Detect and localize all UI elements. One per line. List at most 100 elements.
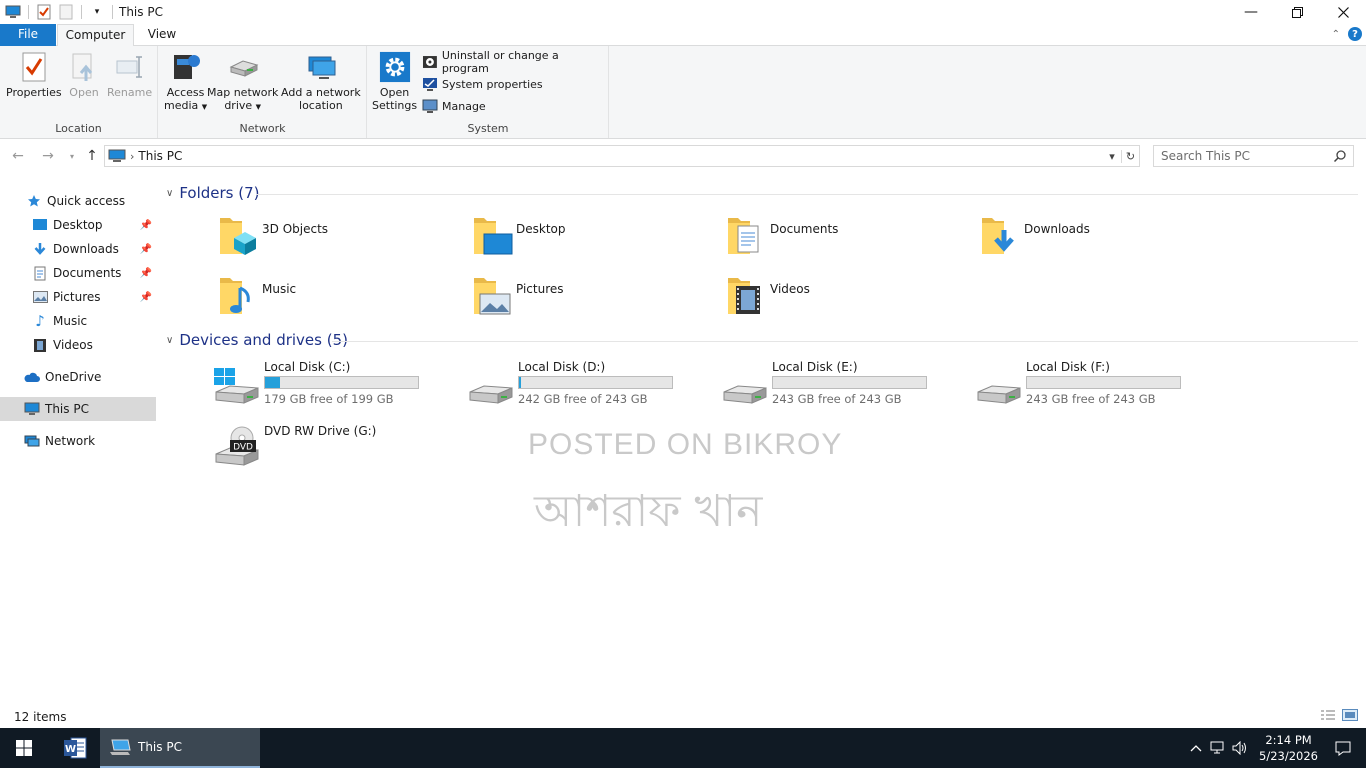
large-icons-view-icon[interactable]	[1342, 709, 1358, 724]
sidebar-item-onedrive[interactable]: OneDrive	[0, 365, 156, 389]
up-arrow-icon[interactable]: ↑	[82, 146, 102, 166]
network-icon	[24, 433, 40, 449]
sidebar-item-quick-access[interactable]: Quick access	[0, 189, 156, 213]
folder-downloads[interactable]: Downloads	[978, 212, 1090, 258]
tab-file[interactable]: File	[0, 24, 56, 46]
system-properties-icon	[423, 78, 437, 91]
refresh-icon[interactable]: ↻	[1121, 149, 1139, 163]
downloads-folder-icon	[978, 212, 1022, 258]
open-button[interactable]: Open	[68, 50, 100, 99]
drive-f[interactable]: Local Disk (F:) 243 GB free of 243 GB	[976, 360, 1181, 406]
word-app-icon[interactable]: W	[52, 728, 98, 768]
access-media-button[interactable]: Access media ▼	[164, 50, 207, 114]
pin-icon: 📌	[139, 267, 152, 279]
search-input[interactable]: Search This PC	[1153, 145, 1354, 167]
folder-videos[interactable]: Videos	[724, 272, 810, 318]
properties-label: Properties	[6, 86, 62, 99]
open-settings-button[interactable]: Open Settings	[372, 50, 417, 112]
sidebar-item-downloads[interactable]: Downloads 📌	[0, 237, 156, 261]
folder-documents[interactable]: Documents	[724, 212, 838, 258]
collapse-ribbon-icon[interactable]: ⌃	[1332, 29, 1340, 40]
folders-section-header[interactable]: ∨ Folders (7)	[166, 184, 260, 202]
drive-g-dvd[interactable]: DVD DVD RW Drive (G:)	[214, 424, 376, 470]
this-pc-icon[interactable]	[4, 3, 22, 21]
add-location-label-2: location	[299, 99, 343, 112]
properties-qat-icon[interactable]	[35, 3, 53, 21]
sidebar-item-desktop[interactable]: Desktop 📌	[0, 213, 156, 237]
chevron-down-icon: ∨	[166, 334, 174, 346]
sidebar-item-this-pc[interactable]: This PC	[0, 397, 156, 421]
properties-button[interactable]: Properties	[6, 50, 62, 99]
breadcrumb-separator-icon[interactable]: ›	[130, 150, 134, 163]
drive-c[interactable]: Local Disk (C:) 179 GB free of 199 GB	[214, 360, 419, 406]
show-hidden-icons-chevron-icon[interactable]	[1185, 744, 1207, 752]
sidebar-item-music[interactable]: ♪ Music	[0, 309, 156, 333]
address-bar[interactable]: › This PC ▾ ↻	[104, 145, 1140, 167]
breadcrumb[interactable]: This PC	[138, 149, 182, 163]
system-properties-button[interactable]: System properties	[422, 74, 543, 94]
folder-desktop[interactable]: Desktop	[470, 212, 566, 258]
network-status-icon[interactable]	[1207, 741, 1229, 755]
folder-pictures[interactable]: Pictures	[470, 272, 564, 318]
sidebar-item-documents[interactable]: Documents 📌	[0, 261, 156, 285]
folder-3d-objects[interactable]: 3D Objects	[216, 212, 328, 258]
map-drive-label-2: drive ▼	[224, 99, 262, 112]
drive-e[interactable]: Local Disk (E:) 243 GB free of 243 GB	[722, 360, 927, 406]
music-folder-icon	[216, 272, 260, 318]
new-folder-qat-icon[interactable]	[57, 3, 75, 21]
map-network-drive-button[interactable]: Map network drive ▼	[207, 50, 278, 114]
divider	[112, 5, 113, 19]
tab-computer[interactable]: Computer	[57, 24, 134, 47]
sidebar-item-videos[interactable]: Videos	[0, 333, 156, 357]
taskbar-clock[interactable]: 2:14 PM 5/23/2026	[1259, 732, 1318, 764]
picture-icon	[32, 289, 48, 305]
rename-button[interactable]: Rename	[107, 50, 152, 99]
open-label: Open	[69, 86, 99, 99]
search-placeholder: Search This PC	[1161, 149, 1250, 163]
back-arrow-icon[interactable]: ←	[8, 146, 28, 166]
customize-qat-dropdown-icon[interactable]: ▾	[88, 3, 106, 21]
address-dropdown-icon[interactable]: ▾	[1103, 150, 1121, 163]
drives-section-header[interactable]: ∨ Devices and drives (5)	[166, 331, 348, 349]
dropdown-arrow-icon: ▼	[255, 103, 262, 111]
network-group: Access media ▼ Map network drive ▼ Add a…	[159, 46, 367, 138]
drive-d[interactable]: Local Disk (D:) 242 GB free of 243 GB	[468, 360, 673, 406]
tab-view[interactable]: View	[137, 24, 187, 46]
drive-free-space: 242 GB free of 243 GB	[518, 392, 648, 406]
title-bar: ▾ This PC —	[0, 0, 1366, 24]
restore-icon[interactable]	[1274, 0, 1320, 24]
taskbar-app-this-pc[interactable]: This PC	[100, 728, 260, 768]
help-icon[interactable]: ?	[1348, 27, 1362, 41]
view-switcher	[1320, 709, 1358, 724]
section-title: Folders (7)	[179, 184, 260, 202]
sidebar-item-label: Pictures	[53, 290, 101, 304]
recent-locations-chevron-icon[interactable]: ▾	[62, 146, 82, 166]
uninstall-program-button[interactable]: Uninstall or change a program	[422, 49, 608, 75]
folder-music[interactable]: Music	[216, 272, 296, 318]
status-bar: 12 items	[0, 706, 1366, 728]
sidebar-item-pictures[interactable]: Pictures 📌	[0, 285, 156, 309]
volume-icon[interactable]	[1229, 741, 1251, 755]
forward-arrow-icon[interactable]: →	[38, 146, 58, 166]
close-icon[interactable]	[1320, 0, 1366, 24]
details-view-icon[interactable]	[1320, 709, 1336, 724]
access-media-label-1: Access	[166, 86, 205, 99]
dvd-drive-icon: DVD	[214, 424, 262, 470]
minimize-icon[interactable]: —	[1228, 0, 1274, 24]
divider	[81, 5, 82, 19]
add-network-location-button[interactable]: Add a network location	[281, 50, 361, 112]
ribbon-tabs: File Computer View ⌃ ?	[0, 24, 1366, 47]
start-button[interactable]	[0, 728, 48, 768]
taskbar: W This PC 2:14 PM 5/23/2026	[0, 728, 1366, 768]
sidebar-item-network[interactable]: Network	[0, 429, 156, 453]
open-settings-label-1: Open	[379, 86, 410, 99]
network-drive-icon	[227, 50, 259, 84]
cloud-icon	[24, 369, 40, 385]
settings-gear-icon	[379, 50, 411, 84]
system-group-label: System	[467, 122, 509, 135]
folder-name: Downloads	[1024, 222, 1090, 236]
pin-icon: 📌	[139, 243, 152, 255]
action-center-icon[interactable]	[1332, 741, 1354, 756]
drive-usage-bar	[518, 376, 673, 389]
manage-button[interactable]: Manage	[422, 96, 486, 116]
